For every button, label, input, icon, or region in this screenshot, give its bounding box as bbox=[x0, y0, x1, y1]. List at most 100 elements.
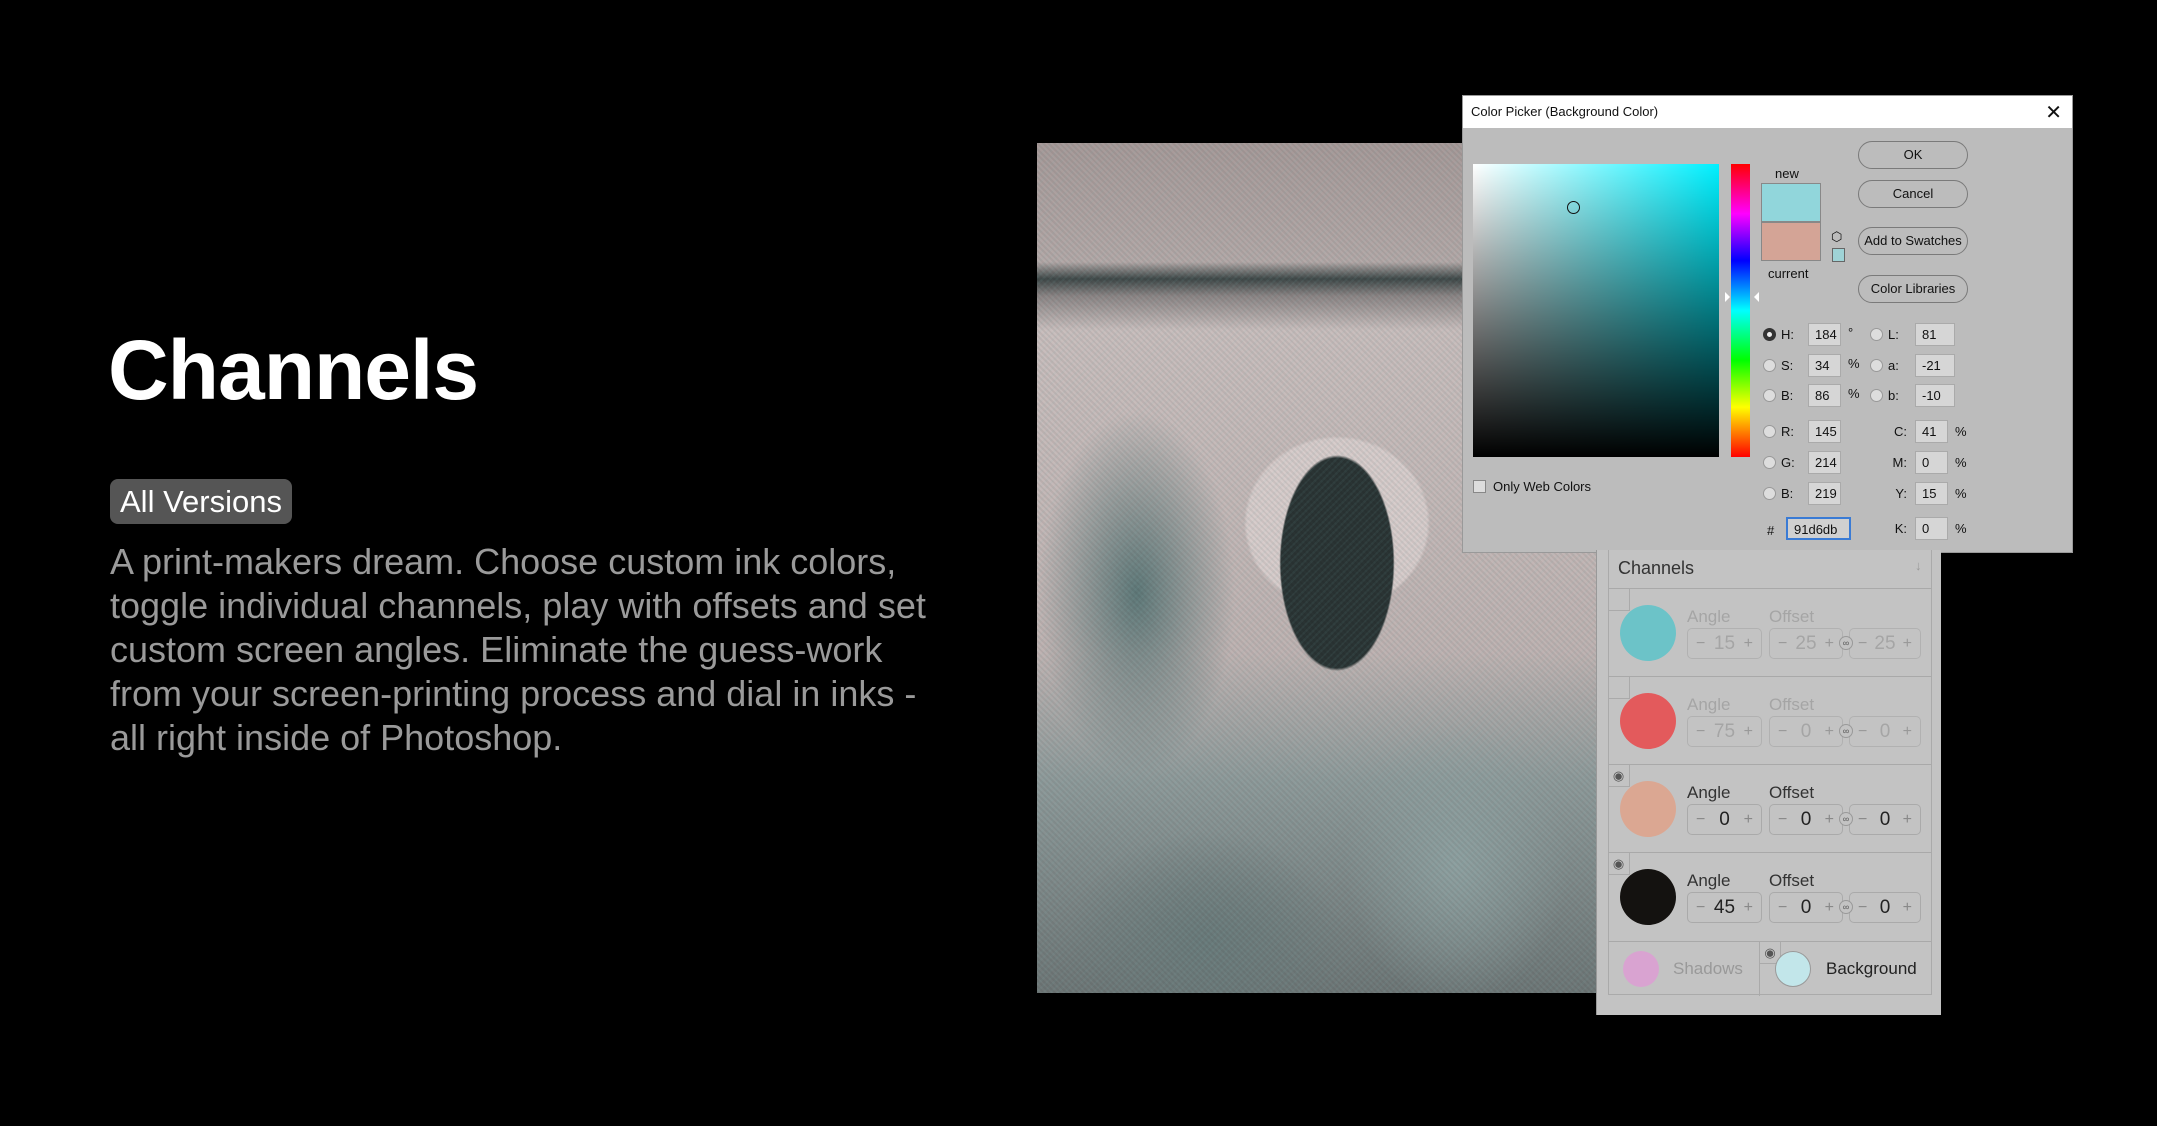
hsb-input[interactable]: 34 bbox=[1808, 354, 1841, 377]
offset-y-stepper[interactable]: −0 + bbox=[1849, 716, 1921, 747]
rgb-radio-0[interactable] bbox=[1763, 425, 1776, 438]
angle-label: Angle bbox=[1687, 607, 1731, 626]
channels-panel: Channels ↓ Angle Offset −15 + −25 + −25 + ∞… bbox=[1596, 550, 1941, 1015]
version-badge: All Versions bbox=[110, 479, 292, 524]
channel-color-swatch[interactable] bbox=[1620, 693, 1676, 749]
lab-input[interactable]: -10 bbox=[1915, 384, 1955, 407]
offset-label: Offset bbox=[1769, 783, 1815, 802]
angle-stepper[interactable]: −0 + bbox=[1687, 804, 1762, 835]
cmyk-input[interactable]: 41 bbox=[1915, 420, 1948, 443]
channel-color-swatch[interactable] bbox=[1620, 781, 1676, 837]
rgb-input[interactable]: 145 bbox=[1808, 420, 1841, 443]
eye-icon[interactable]: ◉ bbox=[1608, 765, 1630, 787]
cmyk-label: C: bbox=[1894, 424, 1907, 439]
new-label: new bbox=[1775, 166, 1799, 181]
hue-marker-left[interactable] bbox=[1725, 292, 1735, 302]
cmyk-label: Y: bbox=[1895, 486, 1907, 501]
rgb-radio-1[interactable] bbox=[1763, 456, 1776, 469]
ok-button[interactable]: OK bbox=[1858, 141, 1968, 169]
offset-y-stepper[interactable]: −0 + bbox=[1849, 892, 1921, 923]
close-icon[interactable]: ✕ bbox=[2045, 100, 2062, 125]
web-safe-swatch[interactable] bbox=[1832, 248, 1845, 262]
lab-label: L: bbox=[1888, 327, 1899, 342]
offset-x-stepper[interactable]: −0 + bbox=[1769, 892, 1843, 923]
eye-icon[interactable] bbox=[1608, 677, 1630, 699]
channel-color-swatch[interactable] bbox=[1620, 605, 1676, 661]
cmyk-unit: % bbox=[1955, 486, 1967, 501]
color-picker-dialog: Color Picker (Background Color) ✕ new cur… bbox=[1462, 95, 2073, 553]
offset-y-stepper[interactable]: −25 + bbox=[1849, 628, 1921, 659]
saturation-brightness-field[interactable] bbox=[1473, 164, 1719, 457]
hue-slider[interactable] bbox=[1731, 164, 1750, 457]
offset-y-stepper[interactable]: −0 + bbox=[1849, 804, 1921, 835]
current-color-swatch[interactable] bbox=[1761, 222, 1821, 261]
link-icon[interactable]: ∞ bbox=[1839, 724, 1853, 738]
cmyk-input[interactable]: 0 bbox=[1915, 451, 1948, 474]
hsb-radio-0[interactable] bbox=[1763, 328, 1776, 341]
lab-input[interactable]: -21 bbox=[1915, 354, 1955, 377]
lab-input[interactable]: 81 bbox=[1915, 323, 1955, 346]
color-cursor[interactable] bbox=[1567, 201, 1580, 214]
hsb-radio-1[interactable] bbox=[1763, 359, 1776, 372]
shadows-swatch[interactable] bbox=[1623, 951, 1659, 987]
hsb-label: S: bbox=[1781, 358, 1794, 373]
eye-icon[interactable] bbox=[1608, 589, 1630, 611]
rgb-radio-2[interactable] bbox=[1763, 487, 1776, 500]
angle-stepper[interactable]: −45 + bbox=[1687, 892, 1762, 923]
lab-radio-1[interactable] bbox=[1870, 359, 1883, 372]
dialog-titlebar: Color Picker (Background Color) ✕ bbox=[1463, 96, 2072, 128]
hue-marker-right[interactable] bbox=[1749, 292, 1759, 302]
lab-radio-2[interactable] bbox=[1870, 389, 1883, 402]
angle-label: Angle bbox=[1687, 783, 1731, 802]
cmyk-input[interactable]: 0 bbox=[1915, 517, 1948, 540]
arrow-down-icon[interactable]: ↓ bbox=[1915, 558, 1922, 573]
page-title: Channels bbox=[108, 323, 479, 417]
offset-x-stepper[interactable]: −0 + bbox=[1769, 804, 1843, 835]
hex-input[interactable]: 91d6db bbox=[1786, 517, 1851, 540]
cmyk-unit: % bbox=[1955, 455, 1967, 470]
rgb-input[interactable]: 219 bbox=[1808, 482, 1841, 505]
link-icon[interactable]: ∞ bbox=[1839, 636, 1853, 650]
channel-row: Angle Offset −75 + −0 + −0 + ∞ bbox=[1608, 676, 1932, 764]
channel-color-swatch[interactable] bbox=[1620, 869, 1676, 925]
hsb-input[interactable]: 184 bbox=[1808, 323, 1841, 346]
hsb-label: H: bbox=[1781, 327, 1794, 342]
new-color-swatch bbox=[1761, 183, 1821, 222]
channel-row: ◉ Angle Offset −0 + −0 + −0 + ∞ bbox=[1608, 764, 1932, 852]
offset-x-stepper[interactable]: −25 + bbox=[1769, 628, 1843, 659]
color-libraries-button[interactable]: Color Libraries bbox=[1858, 275, 1968, 303]
hsb-unit: % bbox=[1848, 386, 1860, 401]
link-icon[interactable]: ∞ bbox=[1839, 812, 1853, 826]
offset-label: Offset bbox=[1769, 607, 1815, 626]
web-colors-checkbox[interactable] bbox=[1473, 480, 1486, 493]
hsb-input[interactable]: 86 bbox=[1808, 384, 1841, 407]
link-icon[interactable]: ∞ bbox=[1839, 900, 1853, 914]
dialog-title: Color Picker (Background Color) bbox=[1471, 104, 1659, 119]
lab-label: b: bbox=[1888, 388, 1899, 403]
cancel-button[interactable]: Cancel bbox=[1858, 180, 1968, 208]
hsb-radio-2[interactable] bbox=[1763, 389, 1776, 402]
cmyk-label: K: bbox=[1894, 521, 1907, 536]
web-colors-label: Only Web Colors bbox=[1493, 479, 1592, 494]
rgb-label: R: bbox=[1781, 424, 1794, 439]
cmyk-input[interactable]: 15 bbox=[1915, 482, 1948, 505]
angle-stepper[interactable]: −75 + bbox=[1687, 716, 1762, 747]
channels-title: Channels bbox=[1618, 558, 1695, 578]
offset-label: Offset bbox=[1769, 695, 1815, 714]
rgb-label: B: bbox=[1781, 486, 1794, 501]
rgb-input[interactable]: 214 bbox=[1808, 451, 1841, 474]
gamut-cube-icon[interactable]: ⬡ bbox=[1831, 229, 1842, 245]
cmyk-label: M: bbox=[1892, 455, 1907, 470]
offset-x-stepper[interactable]: −0 + bbox=[1769, 716, 1843, 747]
hsb-unit: ° bbox=[1848, 325, 1854, 340]
eye-icon[interactable]: ◉ bbox=[1608, 853, 1630, 875]
hsb-unit: % bbox=[1848, 356, 1860, 371]
rgb-label: G: bbox=[1781, 455, 1795, 470]
angle-stepper[interactable]: −15 + bbox=[1687, 628, 1762, 659]
offset-label: Offset bbox=[1769, 871, 1815, 890]
background-swatch[interactable] bbox=[1775, 951, 1811, 987]
lab-radio-0[interactable] bbox=[1870, 328, 1883, 341]
angle-label: Angle bbox=[1687, 871, 1731, 890]
add-to-swatches-button[interactable]: Add to Swatches bbox=[1858, 227, 1968, 255]
cmyk-unit: % bbox=[1955, 521, 1967, 536]
